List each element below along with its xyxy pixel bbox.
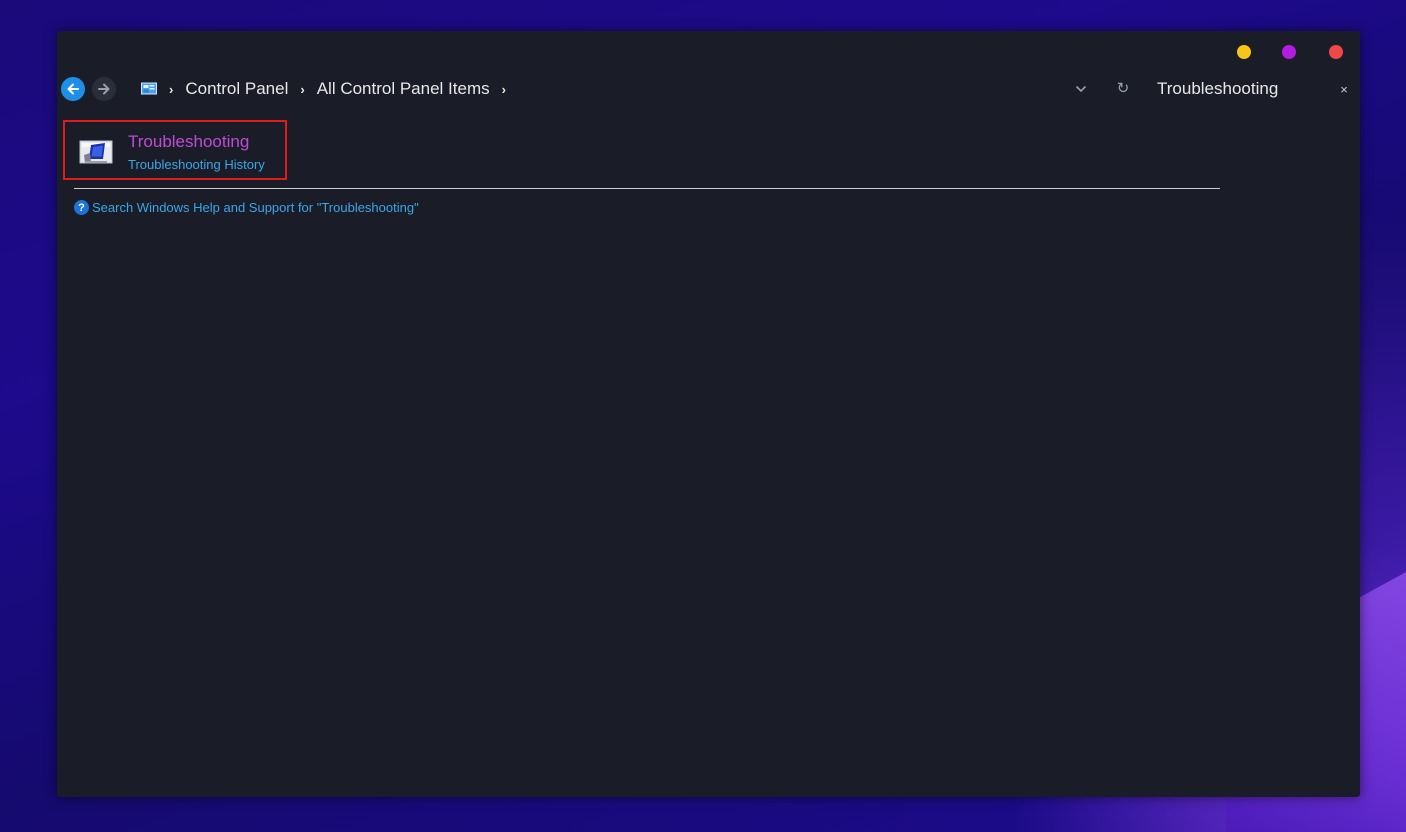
search-input[interactable]: [1147, 77, 1327, 101]
arrow-left-icon: [67, 83, 79, 95]
troubleshooting-icon[interactable]: [79, 137, 115, 167]
breadcrumb-all-items[interactable]: All Control Panel Items: [317, 79, 490, 99]
back-button[interactable]: [61, 77, 85, 101]
breadcrumb-separator[interactable]: ›: [502, 82, 506, 97]
troubleshooting-history-link[interactable]: Troubleshooting History: [128, 157, 265, 172]
close-button[interactable]: [1329, 45, 1343, 59]
arrow-right-icon: [98, 83, 110, 95]
breadcrumb: › Control Panel › All Control Panel Item…: [141, 75, 518, 103]
control-panel-icon[interactable]: [141, 82, 157, 96]
results-divider: [74, 188, 1220, 189]
address-history-dropdown[interactable]: [1072, 79, 1090, 99]
control-panel-window: › Control Panel › All Control Panel Item…: [57, 31, 1360, 797]
close-icon: ×: [1340, 81, 1348, 97]
help-icon: ?: [74, 200, 89, 215]
search-result-troubleshooting: Troubleshooting Troubleshooting History: [63, 120, 287, 180]
refresh-button[interactable]: ↻: [1114, 78, 1132, 98]
breadcrumb-separator[interactable]: ›: [300, 82, 304, 97]
maximize-button[interactable]: [1282, 45, 1296, 59]
search-clear-button[interactable]: ×: [1337, 79, 1351, 99]
minimize-button[interactable]: [1237, 45, 1251, 59]
help-search-link[interactable]: ? Search Windows Help and Support for "T…: [74, 200, 419, 215]
breadcrumb-control-panel[interactable]: Control Panel: [185, 79, 288, 99]
refresh-icon: ↻: [1116, 80, 1130, 97]
help-link-text[interactable]: Search Windows Help and Support for "Tro…: [92, 200, 419, 215]
address-bar: › Control Panel › All Control Panel Item…: [57, 75, 1360, 103]
chevron-down-icon: [1075, 85, 1087, 93]
troubleshooting-link[interactable]: Troubleshooting: [128, 132, 249, 152]
forward-button[interactable]: [92, 77, 116, 101]
breadcrumb-separator[interactable]: ›: [169, 82, 173, 97]
